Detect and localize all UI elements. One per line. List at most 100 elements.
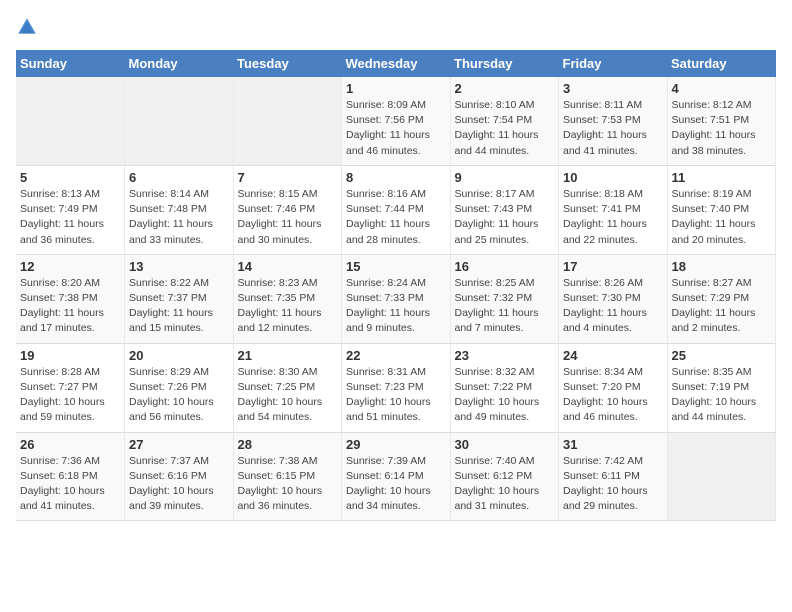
day-info: Sunrise: 8:16 AM Sunset: 7:44 PM Dayligh… — [346, 187, 446, 248]
week-row-4: 19Sunrise: 8:28 AM Sunset: 7:27 PM Dayli… — [16, 343, 776, 432]
day-cell: 27Sunrise: 7:37 AM Sunset: 6:16 PM Dayli… — [125, 432, 234, 521]
day-number: 4 — [672, 81, 772, 96]
calendar-table: SundayMondayTuesdayWednesdayThursdayFrid… — [16, 50, 776, 521]
day-info: Sunrise: 8:10 AM Sunset: 7:54 PM Dayligh… — [455, 98, 555, 159]
day-number: 19 — [20, 348, 120, 363]
week-row-2: 5 Sunrise: 8:13 AM Sunset: 7:49 PM Daylig… — [16, 165, 776, 254]
day-number: 29 — [346, 437, 446, 452]
day-number: 17 — [563, 259, 663, 274]
day-number: 28 — [238, 437, 338, 452]
day-info: Sunrise: 8:15 AM Sunset: 7:46 PM Dayligh… — [238, 187, 338, 248]
week-row-1: 1 Sunrise: 8:09 AM Sunset: 7:56 PM Daylig… — [16, 77, 776, 165]
day-number: 22 — [346, 348, 446, 363]
day-number: 21 — [238, 348, 338, 363]
day-cell: 10 Sunrise: 8:18 AM Sunset: 7:41 PM Dayli… — [559, 165, 668, 254]
day-number: 16 — [455, 259, 555, 274]
day-info: Sunrise: 8:17 AM Sunset: 7:43 PM Dayligh… — [455, 187, 555, 248]
day-cell: 8 Sunrise: 8:16 AM Sunset: 7:44 PM Daylig… — [342, 165, 451, 254]
logo — [16, 16, 42, 38]
day-info: Sunrise: 8:20 AM Sunset: 7:38 PM Dayligh… — [20, 276, 120, 337]
day-cell: 1 Sunrise: 8:09 AM Sunset: 7:56 PM Daylig… — [342, 77, 451, 165]
day-info: Sunrise: 8:11 AM Sunset: 7:53 PM Dayligh… — [563, 98, 663, 159]
day-info: Sunrise: 8:25 AM Sunset: 7:32 PM Dayligh… — [455, 276, 555, 337]
day-cell: 20Sunrise: 8:29 AM Sunset: 7:26 PM Dayli… — [125, 343, 234, 432]
day-cell: 13 Sunrise: 8:22 AM Sunset: 7:37 PM Dayli… — [125, 254, 234, 343]
weekday-header-friday: Friday — [559, 50, 668, 77]
day-cell: 17 Sunrise: 8:26 AM Sunset: 7:30 PM Dayli… — [559, 254, 668, 343]
weekday-header-wednesday: Wednesday — [342, 50, 451, 77]
day-cell: 14 Sunrise: 8:23 AM Sunset: 7:35 PM Dayli… — [233, 254, 342, 343]
day-info: Sunrise: 8:30 AM Sunset: 7:25 PM Dayligh… — [238, 365, 338, 426]
day-number: 1 — [346, 81, 446, 96]
day-number: 18 — [672, 259, 772, 274]
day-number: 24 — [563, 348, 663, 363]
weekday-header-monday: Monday — [125, 50, 234, 77]
day-info: Sunrise: 8:09 AM Sunset: 7:56 PM Dayligh… — [346, 98, 446, 159]
day-number: 8 — [346, 170, 446, 185]
page-header — [16, 16, 776, 38]
day-cell: 21 Sunrise: 8:30 AM Sunset: 7:25 PM Dayli… — [233, 343, 342, 432]
day-cell: 18 Sunrise: 8:27 AM Sunset: 7:29 PM Dayli… — [667, 254, 776, 343]
day-cell — [125, 77, 234, 165]
day-number: 26 — [20, 437, 120, 452]
day-cell: 22 Sunrise: 8:31 AM Sunset: 7:23 PM Dayli… — [342, 343, 451, 432]
day-info: Sunrise: 8:31 AM Sunset: 7:23 PM Dayligh… — [346, 365, 446, 426]
day-number: 5 — [20, 170, 120, 185]
day-number: 30 — [455, 437, 555, 452]
weekday-header-thursday: Thursday — [450, 50, 559, 77]
day-cell: 4 Sunrise: 8:12 AM Sunset: 7:51 PM Daylig… — [667, 77, 776, 165]
day-info: Sunrise: 7:36 AM Sunset: 6:18 PM Dayligh… — [20, 454, 120, 515]
day-info: Sunrise: 8:32 AM Sunset: 7:22 PM Dayligh… — [455, 365, 555, 426]
day-info: Sunrise: 8:24 AM Sunset: 7:33 PM Dayligh… — [346, 276, 446, 337]
day-number: 23 — [455, 348, 555, 363]
day-info: Sunrise: 8:23 AM Sunset: 7:35 PM Dayligh… — [238, 276, 338, 337]
day-info: Sunrise: 8:34 AM Sunset: 7:20 PM Dayligh… — [563, 365, 663, 426]
day-info: Sunrise: 8:19 AM Sunset: 7:40 PM Dayligh… — [672, 187, 772, 248]
day-info: Sunrise: 8:13 AM Sunset: 7:49 PM Dayligh… — [20, 187, 120, 248]
day-cell: 12 Sunrise: 8:20 AM Sunset: 7:38 PM Dayli… — [16, 254, 125, 343]
day-cell: 2 Sunrise: 8:10 AM Sunset: 7:54 PM Daylig… — [450, 77, 559, 165]
day-info: Sunrise: 8:12 AM Sunset: 7:51 PM Dayligh… — [672, 98, 772, 159]
day-cell: 23 Sunrise: 8:32 AM Sunset: 7:22 PM Dayli… — [450, 343, 559, 432]
day-info: Sunrise: 8:22 AM Sunset: 7:37 PM Dayligh… — [129, 276, 229, 337]
day-number: 2 — [455, 81, 555, 96]
day-cell — [667, 432, 776, 521]
day-number: 3 — [563, 81, 663, 96]
day-info: Sunrise: 8:35 AM Sunset: 7:19 PM Dayligh… — [672, 365, 772, 426]
day-number: 11 — [672, 170, 772, 185]
day-number: 13 — [129, 259, 229, 274]
day-cell: 9Sunrise: 8:17 AM Sunset: 7:43 PM Daylig… — [450, 165, 559, 254]
day-number: 7 — [238, 170, 338, 185]
day-cell: 15 Sunrise: 8:24 AM Sunset: 7:33 PM Dayli… — [342, 254, 451, 343]
day-number: 25 — [672, 348, 772, 363]
day-number: 20 — [129, 348, 229, 363]
day-info: Sunrise: 7:39 AM Sunset: 6:14 PM Dayligh… — [346, 454, 446, 515]
day-info: Sunrise: 7:42 AM Sunset: 6:11 PM Dayligh… — [563, 454, 663, 515]
day-info: Sunrise: 7:40 AM Sunset: 6:12 PM Dayligh… — [455, 454, 555, 515]
weekday-header-tuesday: Tuesday — [233, 50, 342, 77]
day-cell: 24 Sunrise: 8:34 AM Sunset: 7:20 PM Dayli… — [559, 343, 668, 432]
day-number: 6 — [129, 170, 229, 185]
day-info: Sunrise: 8:27 AM Sunset: 7:29 PM Dayligh… — [672, 276, 772, 337]
day-cell: 29 Sunrise: 7:39 AM Sunset: 6:14 PM Dayli… — [342, 432, 451, 521]
day-number: 12 — [20, 259, 120, 274]
day-cell: 11 Sunrise: 8:19 AM Sunset: 7:40 PM Dayli… — [667, 165, 776, 254]
day-cell: 3 Sunrise: 8:11 AM Sunset: 7:53 PM Daylig… — [559, 77, 668, 165]
day-cell: 6Sunrise: 8:14 AM Sunset: 7:48 PM Daylig… — [125, 165, 234, 254]
weekday-header-saturday: Saturday — [667, 50, 776, 77]
day-number: 14 — [238, 259, 338, 274]
weekday-header-sunday: Sunday — [16, 50, 125, 77]
day-info: Sunrise: 8:26 AM Sunset: 7:30 PM Dayligh… — [563, 276, 663, 337]
day-number: 31 — [563, 437, 663, 452]
day-info: Sunrise: 8:18 AM Sunset: 7:41 PM Dayligh… — [563, 187, 663, 248]
logo-icon — [16, 16, 38, 38]
day-number: 10 — [563, 170, 663, 185]
day-cell: 28Sunrise: 7:38 AM Sunset: 6:15 PM Dayli… — [233, 432, 342, 521]
day-cell: 16 Sunrise: 8:25 AM Sunset: 7:32 PM Dayli… — [450, 254, 559, 343]
day-cell — [233, 77, 342, 165]
day-cell: 7 Sunrise: 8:15 AM Sunset: 7:46 PM Daylig… — [233, 165, 342, 254]
day-cell: 26 Sunrise: 7:36 AM Sunset: 6:18 PM Dayli… — [16, 432, 125, 521]
day-number: 15 — [346, 259, 446, 274]
day-cell: 25 Sunrise: 8:35 AM Sunset: 7:19 PM Dayli… — [667, 343, 776, 432]
day-cell: 5 Sunrise: 8:13 AM Sunset: 7:49 PM Daylig… — [16, 165, 125, 254]
